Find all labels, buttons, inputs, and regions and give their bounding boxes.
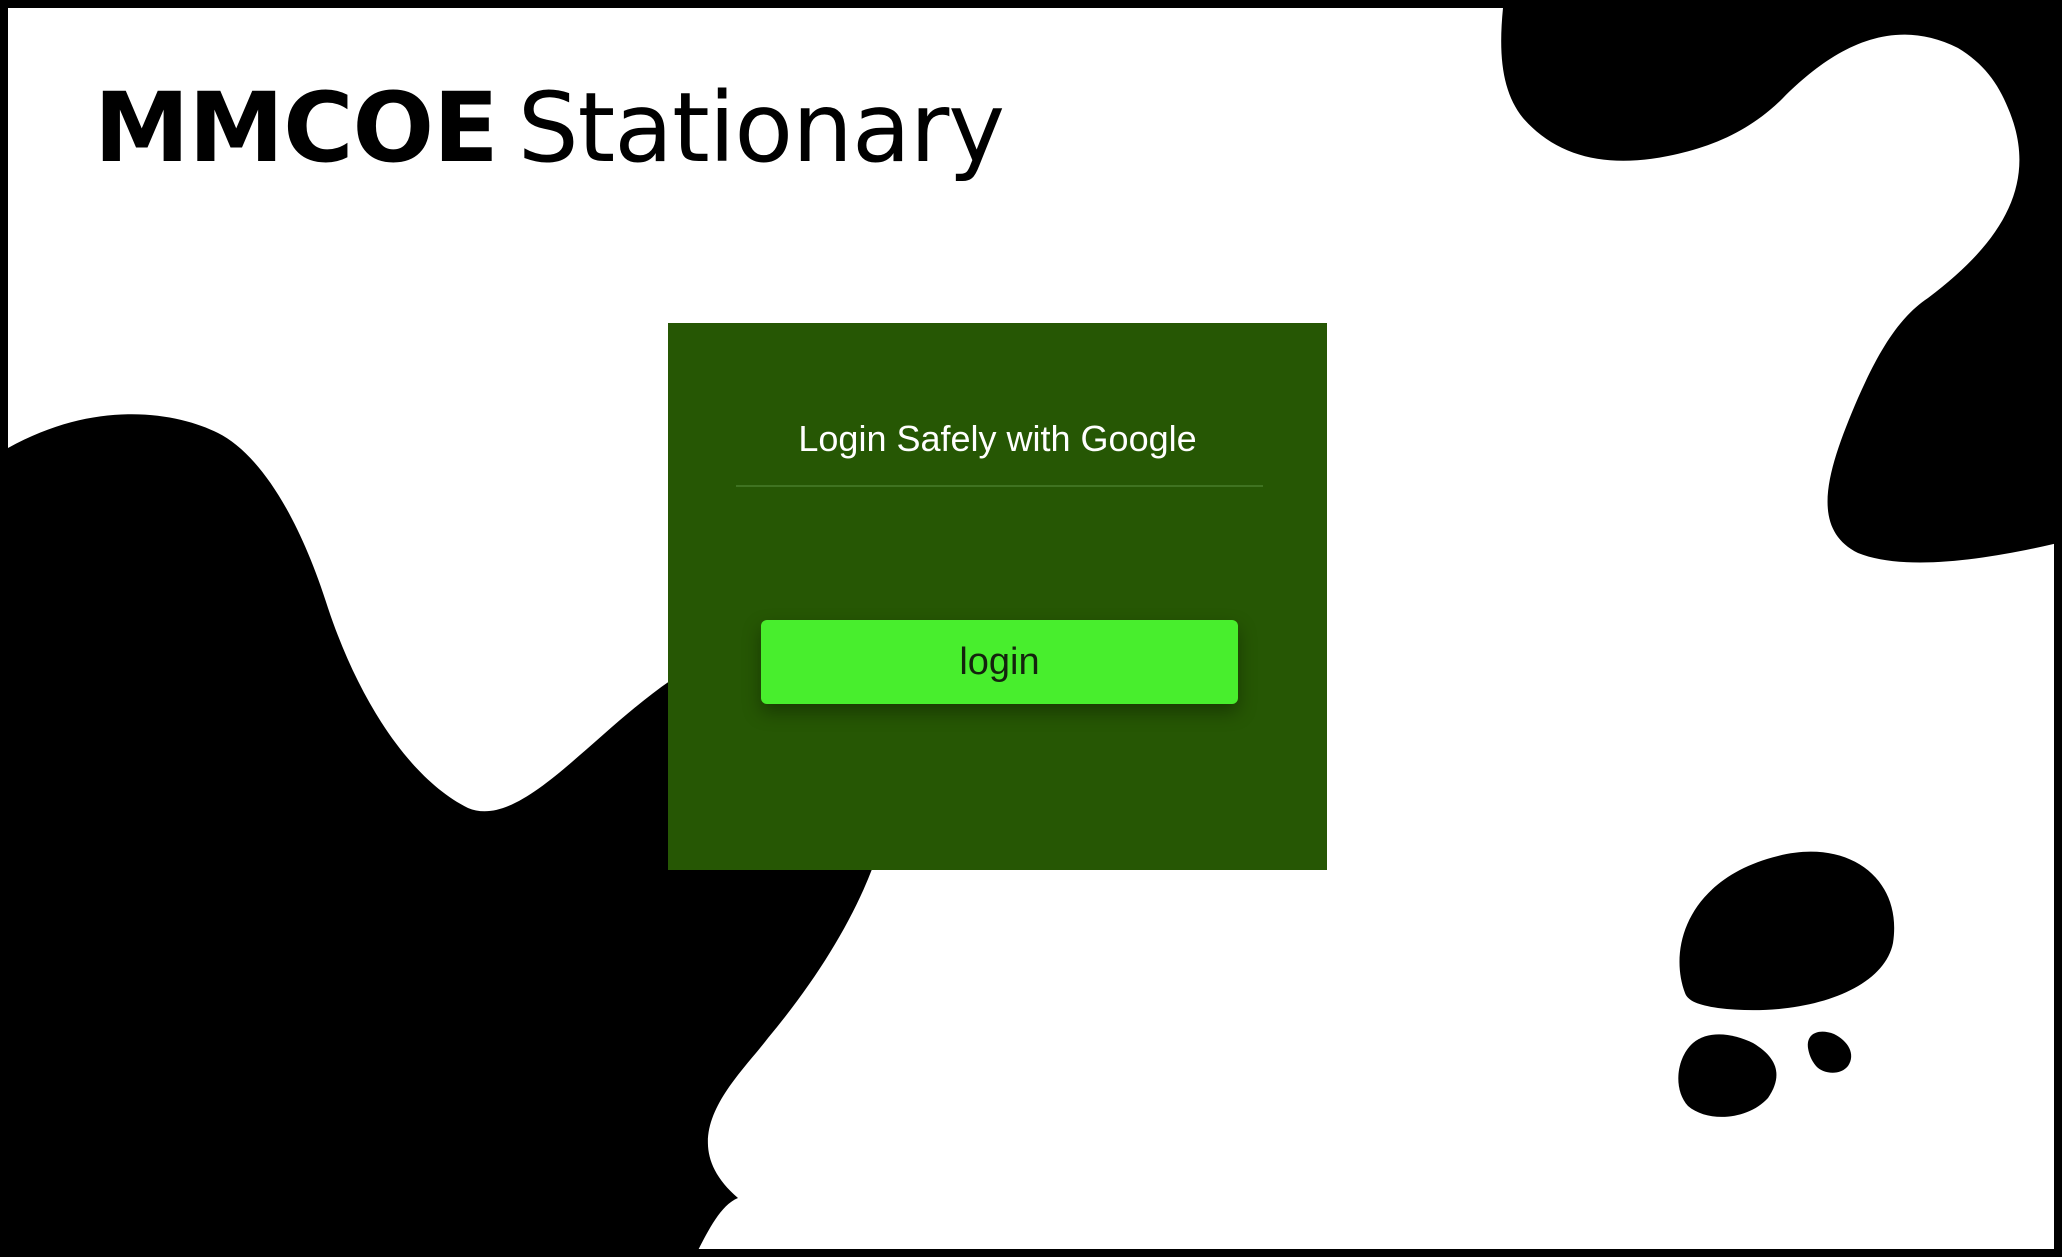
pebble-small — [1807, 1031, 1852, 1073]
brand-title: MMCOE Stationary — [94, 80, 1005, 176]
login-button[interactable]: login — [761, 620, 1238, 704]
brand-title-light: Stationary — [517, 72, 1005, 184]
pebble-large — [1679, 851, 1895, 1011]
top-right-blob — [1501, 8, 2054, 563]
pebble-medium — [1678, 1034, 1777, 1117]
login-card-title: Login Safely with Google — [798, 418, 1197, 459]
page-frame: MMCOE Stationary Login Safely with Google… — [0, 0, 2062, 1257]
login-card: Login Safely with Google login — [668, 323, 1327, 870]
brand-title-bold: MMCOE — [94, 72, 499, 184]
login-card-divider — [736, 485, 1263, 487]
